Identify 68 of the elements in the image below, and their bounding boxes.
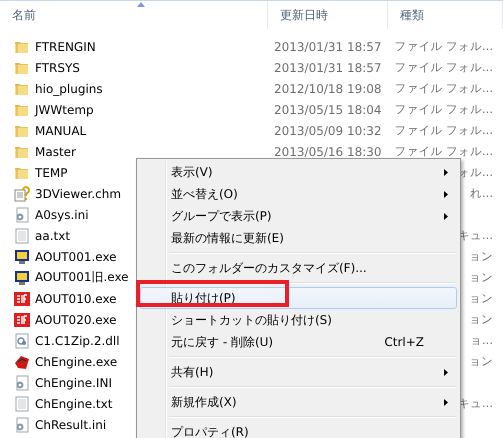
file-name[interactable]: JWWtemp	[35, 102, 94, 116]
column-header[interactable]: 種類	[388, 1, 503, 29]
file-name[interactable]: aa.txt	[35, 228, 70, 242]
file-name[interactable]: AOUT001.exe	[35, 250, 117, 264]
menu-item[interactable]: 並べ替え(O)	[140, 183, 457, 205]
app-icon	[14, 354, 30, 370]
modified-date: 2012/10/18 19:08	[273, 82, 382, 96]
file-type: ョ...	[470, 333, 494, 348]
file-name[interactable]: ChEngine.exe	[35, 354, 118, 368]
file-name[interactable]: Master	[35, 144, 76, 158]
file-name[interactable]: 3DViewer.chm	[35, 186, 122, 200]
file-type: ョン	[469, 270, 494, 285]
file-name[interactable]: ChEngine.INI	[35, 376, 112, 390]
submenu-arrow-icon	[444, 213, 448, 220]
file-type: ョン	[469, 354, 494, 369]
file-name[interactable]: FTRSYS	[35, 60, 80, 74]
file-name[interactable]: AOUT001旧.exe	[35, 269, 129, 286]
menu-item[interactable]: 最新の情報に更新(E)	[140, 227, 457, 249]
submenu-arrow-icon	[444, 369, 448, 376]
modified-date: 2013/05/15 18:04	[273, 102, 382, 116]
settings-file-icon	[14, 374, 30, 390]
modified-date: 2013/05/16 18:30	[273, 144, 382, 158]
submenu-arrow-icon	[444, 169, 448, 176]
file-type: ファイル フォル...	[394, 39, 494, 54]
library-file-icon	[14, 332, 30, 348]
file-name[interactable]: AOUT020.exe	[35, 312, 117, 326]
file-name[interactable]: TEMP	[35, 166, 68, 180]
menu-item[interactable]: グループで表示(P)	[140, 205, 457, 227]
file-type: ファイル フォル...	[394, 123, 494, 138]
file-type: ョン	[469, 312, 494, 327]
submenu-arrow-icon	[444, 399, 448, 406]
file-name[interactable]: MANUAL	[35, 124, 86, 138]
file-name[interactable]: AOUT010.exe	[35, 292, 117, 306]
file-type: ファイル フォル...	[394, 144, 494, 159]
file-type: ファイル フォル...	[394, 60, 494, 75]
file-type: ョン	[469, 249, 494, 264]
file-name[interactable]: A0sys.ini	[35, 208, 89, 222]
text-file-icon	[14, 228, 30, 244]
file-name[interactable]: ChResult.ini	[35, 418, 106, 432]
text-file-icon	[14, 396, 30, 412]
menu-item[interactable]: ショートカットの貼り付け(S)	[140, 309, 457, 331]
column-header[interactable]: 名前	[0, 1, 268, 29]
file-name[interactable]: FTRENGIN	[35, 40, 96, 54]
menu-item[interactable]: 共有(H)	[140, 361, 457, 383]
menu-item[interactable]: 元に戻す - 削除(U) Ctrl+Z	[140, 331, 457, 353]
menu-item[interactable]: 新規作成(X)	[140, 391, 457, 413]
submenu-arrow-icon	[444, 191, 448, 198]
app-icon	[14, 248, 30, 264]
app-icon	[14, 312, 30, 328]
file-type: ョン	[469, 291, 494, 306]
column-header[interactable]: 更新日時	[268, 1, 388, 29]
file-name[interactable]: ChEngine.txt	[35, 396, 112, 410]
app-icon	[14, 290, 30, 306]
app-icon	[14, 270, 30, 286]
file-type: ファイル フォル...	[394, 81, 494, 96]
file-name[interactable]: C1.C1Zip.2.dll	[35, 334, 120, 348]
settings-file-icon	[14, 206, 30, 222]
file-type: ファイル フォル...	[394, 102, 494, 117]
modified-date: 2013/01/31 18:57	[273, 60, 382, 74]
file-name[interactable]: hio_plugins	[35, 82, 103, 96]
menu-item[interactable]: プロパティ(R)	[140, 421, 457, 438]
modified-date: 2013/05/09 10:32	[273, 124, 382, 138]
file-type: れ...	[470, 186, 494, 201]
menu-item[interactable]: このフォルダーのカスタマイズ(F)...	[140, 257, 457, 279]
menu-item[interactable]: 表示(V)	[140, 161, 457, 183]
modified-date: 2013/01/31 18:57	[273, 40, 382, 54]
settings-file-icon	[14, 416, 30, 432]
help-file-icon	[14, 186, 30, 202]
